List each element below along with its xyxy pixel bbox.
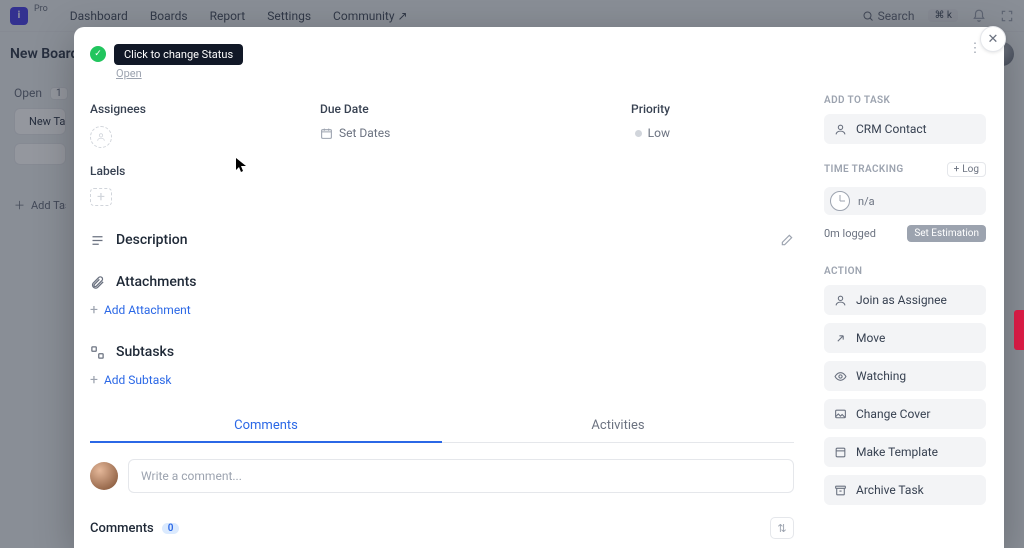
add-attachment-button[interactable]: + Add Attachment [90, 302, 794, 318]
time-tracking-label: TIME TRACKING [824, 164, 904, 175]
due-date-label: Due Date [320, 102, 520, 116]
plus-icon: + [954, 164, 960, 175]
add-assignee-button[interactable] [90, 126, 112, 148]
status-circle-icon[interactable]: ✓ [90, 46, 106, 62]
assignees-label: Assignees [90, 102, 260, 116]
add-subtask-button[interactable]: + Add Subtask [90, 372, 794, 388]
labels-label: Labels [90, 164, 260, 178]
task-modal: ✕ ⋮ ✓ Click to change Status Open Assign… [74, 27, 1004, 548]
due-date-value: Set Dates [339, 126, 390, 140]
log-time-button[interactable]: +Log [947, 162, 986, 177]
comments-count-badge: 0 [162, 523, 180, 534]
add-label-button[interactable]: + [90, 188, 112, 206]
comment-tabs: Comments Activities [90, 410, 794, 443]
crm-contact-label: CRM Contact [856, 122, 927, 136]
clock-icon [830, 191, 850, 211]
watching-label: Watching [856, 369, 906, 383]
subtasks-icon [90, 345, 106, 360]
set-estimation-button[interactable]: Set Estimation [907, 225, 986, 242]
move-button[interactable]: Move [824, 323, 986, 353]
task-main: ✓ Click to change Status Open Assignees … [74, 27, 814, 548]
attachments-section: Attachments + Add Attachment [90, 274, 794, 318]
sort-comments-button[interactable]: ⇅ [770, 517, 794, 539]
archive-icon [834, 484, 848, 497]
tab-activities[interactable]: Activities [442, 410, 794, 442]
priority-dot-icon [635, 130, 642, 137]
attachments-title: Attachments [116, 274, 196, 290]
accent-marker [1014, 310, 1024, 350]
action-label: ACTION [824, 266, 986, 277]
status-tooltip: Click to change Status [114, 44, 243, 65]
template-label: Make Template [856, 445, 938, 459]
current-user-avatar [90, 462, 118, 490]
more-menu-icon[interactable]: ⋮ [966, 39, 984, 57]
attachment-icon [90, 275, 106, 290]
task-sidebar: ADD TO TASK CRM Contact TIME TRACKING +L… [814, 27, 1004, 548]
subtasks-title: Subtasks [116, 344, 174, 360]
archive-button[interactable]: Archive Task [824, 475, 986, 505]
add-subtask-label: Add Subtask [104, 373, 172, 387]
crm-contact-button[interactable]: CRM Contact [824, 114, 986, 144]
add-attachment-label: Add Attachment [104, 303, 191, 317]
breadcrumb[interactable]: Open [116, 67, 794, 80]
user-icon [834, 294, 848, 307]
change-cover-button[interactable]: Change Cover [824, 399, 986, 429]
add-to-task-label: ADD TO TASK [824, 95, 986, 106]
arrow-icon [834, 332, 848, 345]
plus-icon: + [90, 372, 98, 388]
logged-text: 0m logged [824, 227, 876, 240]
move-label: Move [856, 331, 885, 345]
description-section: Description [90, 232, 794, 248]
description-title: Description [116, 232, 188, 248]
watching-button[interactable]: Watching [824, 361, 986, 391]
image-icon [834, 408, 848, 421]
edit-description-button[interactable] [780, 233, 794, 247]
calendar-icon [320, 127, 333, 140]
log-label: Log [962, 164, 979, 175]
comment-input[interactable]: Write a comment... [128, 459, 794, 493]
join-label: Join as Assignee [856, 293, 947, 307]
description-icon [90, 233, 106, 248]
archive-label: Archive Task [856, 483, 924, 497]
join-assignee-button[interactable]: Join as Assignee [824, 285, 986, 315]
time-na: n/a [858, 195, 875, 208]
priority-button[interactable]: Low [635, 126, 670, 140]
time-tracking-value[interactable]: n/a [824, 187, 986, 215]
template-icon [834, 446, 848, 459]
make-template-button[interactable]: Make Template [824, 437, 986, 467]
tab-comments[interactable]: Comments [90, 410, 442, 443]
eye-icon [834, 370, 848, 383]
subtasks-section: Subtasks + Add Subtask [90, 344, 794, 388]
mouse-cursor-icon [236, 158, 246, 172]
contact-icon [834, 123, 848, 136]
comments-heading: Comments [90, 521, 154, 536]
priority-label: Priority [631, 102, 670, 116]
cover-label: Change Cover [856, 407, 930, 421]
set-dates-button[interactable]: Set Dates [320, 126, 520, 140]
plus-icon: + [90, 302, 98, 318]
priority-value: Low [648, 126, 670, 140]
